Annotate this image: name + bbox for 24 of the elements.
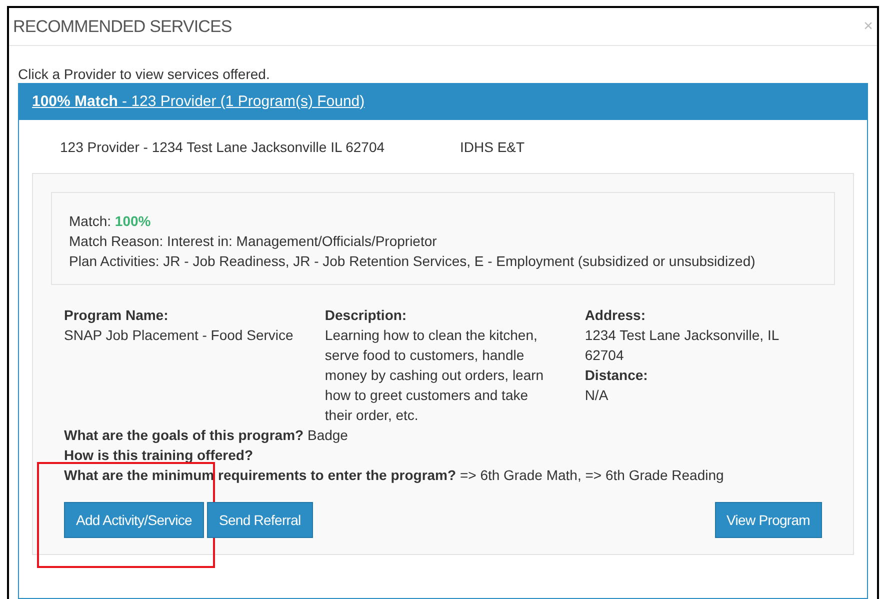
- instruction-text: Click a Provider to view services offered.: [18, 65, 271, 83]
- provider-link[interactable]: 100% Match - 123 Provider (1 Program(s) Found): [32, 90, 365, 114]
- question-text: How is this training offered?: [64, 446, 254, 465]
- provider-header[interactable]: 100% Match - 123 Provider (1 Program(s) Found): [19, 84, 867, 120]
- action-button[interactable]: Add Activity/Service: [64, 502, 204, 538]
- match-text: Match: 100%: [69, 212, 152, 231]
- dialog-title: RECOMMENDED SERVICES: [13, 16, 232, 38]
- distance-label: Distance:: [584, 366, 649, 385]
- agency-text: IDHS E&T: [460, 138, 525, 157]
- distance-value: N/A: [584, 386, 610, 405]
- question-text: What are the goals of this program? Badge: [64, 426, 349, 445]
- match-reason-text: Match Reason: Interest in: Management/Officials/Proprietor: [69, 232, 438, 251]
- address-value: 1234 Test Lane Jacksonville, IL 62704: [584, 326, 780, 365]
- description-label: Description:: [324, 306, 408, 325]
- action-button[interactable]: View Program: [714, 502, 822, 538]
- description-value: Learning how to clean the kitchen, serve food to customers, handle money by cashing out orders, learn how to greet customers and take their order, etc.: [324, 326, 545, 425]
- question-text: What are the minimum requirements to enter the program? => 6th Grade Math, => 6th Grade Reading: [64, 466, 725, 485]
- plan-activities-text: Plan Activities: JR - Job Readiness, JR - Job Retention Services, E - Employment (subsidized or unsubsidized): [69, 252, 756, 271]
- program-name-label: Program Name:: [64, 306, 170, 325]
- address-label: Address:: [584, 306, 646, 325]
- program-name-value: SNAP Job Placement - Food Service: [64, 326, 294, 345]
- action-button[interactable]: Send Referral: [206, 502, 313, 538]
- provider-address: 123 Provider - 1234 Test Lane Jacksonville IL 62704: [60, 138, 386, 157]
- close-button[interactable]: ×: [864, 18, 873, 34]
